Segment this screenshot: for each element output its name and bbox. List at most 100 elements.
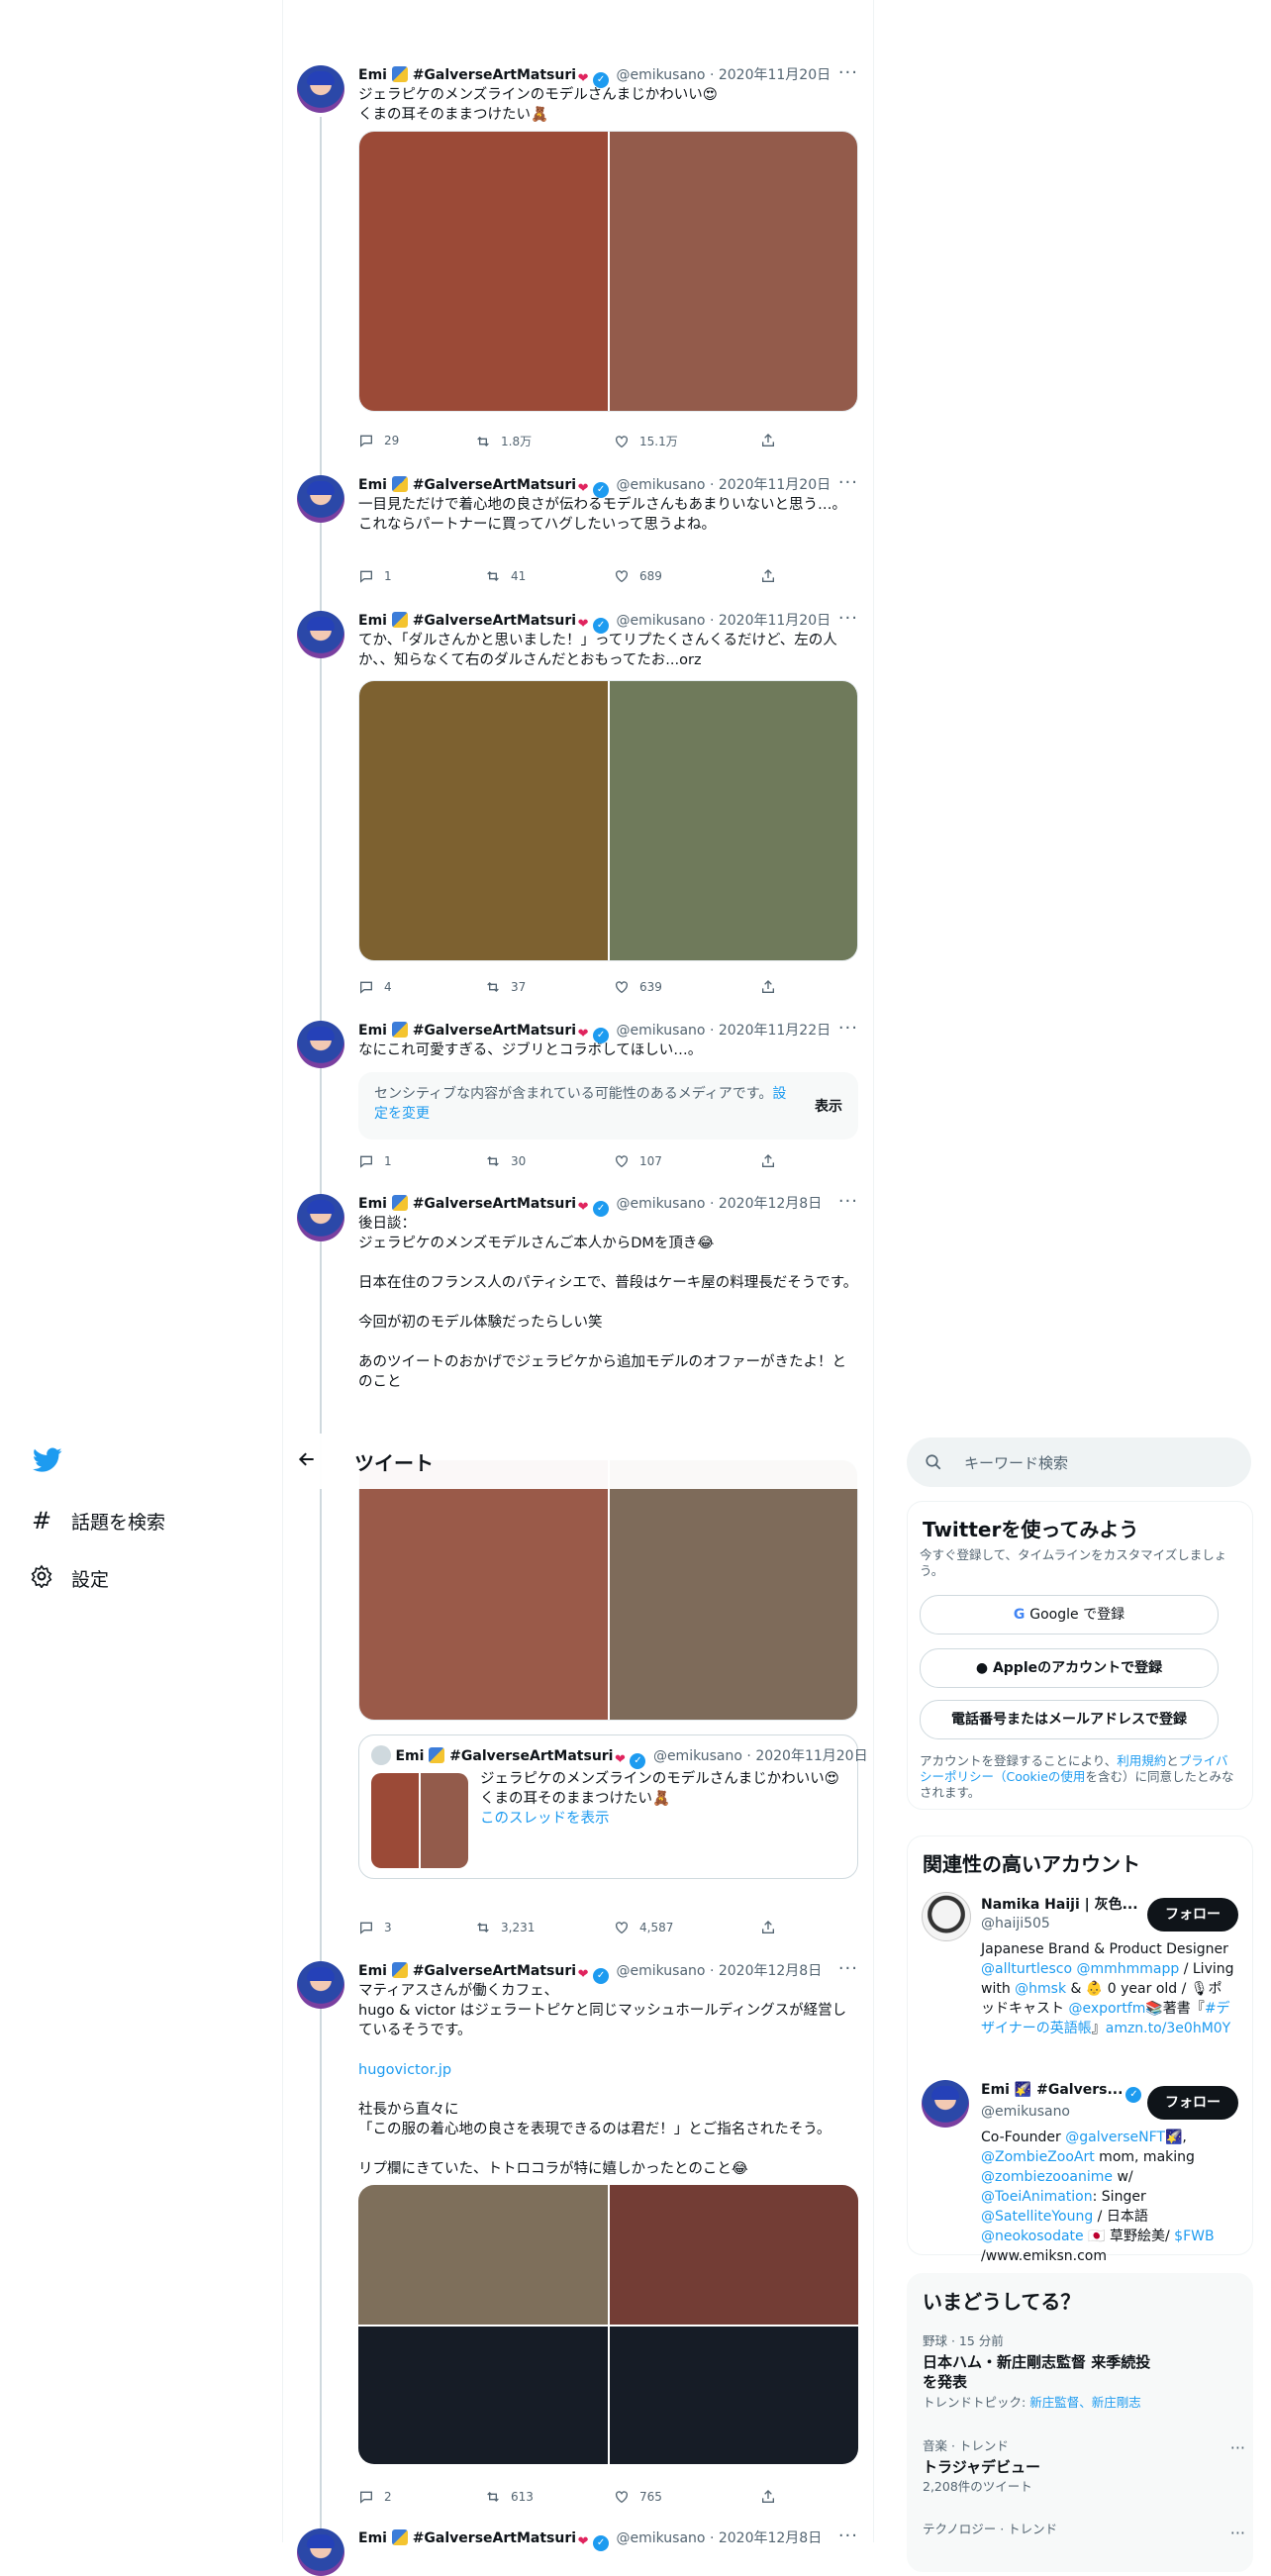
more-options-icon[interactable]: ··· xyxy=(838,1959,858,1979)
avatar[interactable] xyxy=(297,1961,344,2009)
nav-label: 話題を検索 xyxy=(71,1511,166,1534)
media-image[interactable] xyxy=(609,2185,858,2325)
media-image[interactable] xyxy=(609,1460,857,1720)
author-name[interactable]: Emi #GalverseArtMatsuri ❤ xyxy=(358,1962,590,1982)
media-image[interactable] xyxy=(359,132,608,411)
show-thread-link[interactable]: このスレッドを表示 xyxy=(480,1809,846,1829)
author-handle[interactable]: @emikusano · 2020年12月8日 xyxy=(616,1963,822,1979)
more-options-icon[interactable]: ··· xyxy=(838,609,858,629)
more-options-icon[interactable]: ··· xyxy=(838,473,858,493)
follow-button[interactable]: フォロー xyxy=(1147,1898,1238,1932)
share-button[interactable] xyxy=(760,979,776,995)
tweet-media[interactable] xyxy=(358,1459,858,1721)
avatar[interactable] xyxy=(922,2080,969,2128)
quote-header: Emi #GalverseArtMatsuri ❤ ✓ @emikusano · 2… xyxy=(371,1745,868,1769)
tweet-media[interactable] xyxy=(358,680,858,961)
author-handle[interactable]: @emikusano · 2020年11月20日 xyxy=(616,613,831,629)
search-input[interactable]: キーワード検索 xyxy=(964,1452,1068,1473)
trend-item[interactable]: テクノロジー · トレンド ··· xyxy=(923,2522,1245,2542)
share-button[interactable] xyxy=(760,1153,776,1169)
retweet-icon xyxy=(477,436,489,446)
tweet-header: Emi #GalverseArtMatsuri ❤ ✓ @emikusano · 2… xyxy=(358,1959,858,1984)
trend-item[interactable]: 野球 · 15 分前 日本ハム・新庄剛志監督 来季続投を発表 トレンドトピック:… xyxy=(923,2333,1239,2411)
media-image[interactable] xyxy=(358,2185,608,2325)
quote-tweet[interactable]: Emi #GalverseArtMatsuri ❤ ✓ @emikusano · 2… xyxy=(358,1734,868,1879)
retweet-button[interactable]: 41 xyxy=(485,568,526,584)
media-image[interactable] xyxy=(359,681,608,960)
share-button[interactable] xyxy=(760,2489,776,2505)
like-button[interactable]: 107 xyxy=(614,1153,662,1169)
external-link[interactable]: hugovictor.jp xyxy=(358,2060,858,2080)
tweet-media[interactable] xyxy=(358,131,858,412)
follow-button[interactable]: フォロー xyxy=(1147,2086,1238,2120)
author-name[interactable]: Emi #GalverseArtMatsuri ❤ xyxy=(358,1195,590,1215)
like-button[interactable]: 765 xyxy=(614,2489,662,2505)
reply-button[interactable]: 1 xyxy=(358,1153,392,1169)
media-image[interactable] xyxy=(609,132,857,411)
reply-button[interactable]: 3 xyxy=(358,1920,392,1935)
author-handle[interactable]: @emikusano · 2020年11月20日 xyxy=(616,67,831,83)
media-image[interactable] xyxy=(609,681,857,960)
tweet-actions: 2 613 765 xyxy=(358,2489,774,2509)
tweet-actions: 29 1.8万 15.1万 xyxy=(358,433,774,452)
author-handle[interactable]: @emikusano · 2020年11月20日 xyxy=(616,477,831,493)
more-options-icon[interactable]: ··· xyxy=(1230,2438,1245,2457)
like-button[interactable]: 4,587 xyxy=(614,1920,673,1935)
account-name[interactable]: Emi 🌠 #Galvers... ✓ xyxy=(981,2082,1142,2103)
reply-button[interactable]: 2 xyxy=(358,2489,392,2505)
retweet-button[interactable]: 37 xyxy=(485,979,526,995)
share-button[interactable] xyxy=(760,568,776,584)
more-options-icon[interactable]: ··· xyxy=(838,2526,858,2546)
reply-button[interactable]: 4 xyxy=(358,979,392,995)
avatar[interactable] xyxy=(297,2528,344,2576)
google-signup-button[interactable]: G Google で登録 xyxy=(920,1595,1219,1635)
nav-explore[interactable]: # 話題を検索 xyxy=(30,1507,165,1535)
account-handle[interactable]: @haiji505 xyxy=(981,1916,1050,1932)
back-button[interactable] xyxy=(297,1449,317,1474)
author-name[interactable]: Emi #GalverseArtMatsuri ❤ xyxy=(358,476,590,496)
account-handle[interactable]: @emikusano xyxy=(981,2104,1070,2120)
author-handle[interactable]: @emikusano · 2020年12月8日 xyxy=(616,1196,822,1212)
like-button[interactable]: 689 xyxy=(614,568,662,584)
retweet-button[interactable]: 613 xyxy=(485,2489,534,2505)
like-button[interactable]: 639 xyxy=(614,979,662,995)
apple-signup-button[interactable]: ● Appleのアカウントで登録 xyxy=(920,1648,1219,1688)
avatar[interactable] xyxy=(922,1892,971,1941)
share-button[interactable] xyxy=(760,1920,776,1935)
more-options-icon[interactable]: ··· xyxy=(838,1019,858,1039)
author-handle[interactable]: @emikusano · 2020年11月22日 xyxy=(616,1023,831,1039)
author-name[interactable]: Emi #GalverseArtMatsuri ❤ xyxy=(358,612,590,632)
media-image[interactable] xyxy=(609,2327,858,2464)
retweet-button[interactable]: 1.8万 xyxy=(475,433,532,449)
show-media-button[interactable]: 表示 xyxy=(815,1096,842,1116)
account-name[interactable]: Namika Haiji | 灰色... xyxy=(981,1894,1138,1914)
media-image[interactable] xyxy=(359,1460,608,1720)
more-options-icon[interactable]: ··· xyxy=(1230,2524,1245,2542)
more-options-icon[interactable]: ··· xyxy=(838,63,858,83)
reply-button[interactable]: 1 xyxy=(358,568,392,584)
author-name[interactable]: Emi #GalverseArtMatsuri ❤ xyxy=(358,1022,590,1041)
terms-link[interactable]: 利用規約 xyxy=(1117,1753,1166,1768)
media-image[interactable] xyxy=(358,2327,608,2464)
avatar[interactable] xyxy=(297,65,344,113)
nav-settings[interactable]: 設定 xyxy=(30,1564,109,1593)
like-button[interactable]: 15.1万 xyxy=(614,433,678,449)
avatar[interactable] xyxy=(297,1194,344,1241)
avatar[interactable] xyxy=(297,611,344,658)
reply-button[interactable]: 29 xyxy=(358,433,399,448)
avatar[interactable] xyxy=(297,475,344,523)
trends-title: いまどうしてる？ xyxy=(923,2290,1081,2314)
author-handle[interactable]: @emikusano · 2020年12月8日 xyxy=(616,2530,822,2546)
author-name[interactable]: Emi #GalverseArtMatsuri ❤ xyxy=(358,66,590,86)
share-button[interactable] xyxy=(760,433,776,448)
phone-email-signup-button[interactable]: 電話番号またはメールアドレスで登録 xyxy=(920,1700,1219,1739)
tweet-media[interactable] xyxy=(358,2185,858,2464)
trend-item[interactable]: 音楽 · トレンド トラジャデビュー 2,208件のツイート ··· xyxy=(923,2438,1245,2495)
search-box[interactable]: キーワード検索 xyxy=(907,1437,1251,1487)
retweet-button[interactable]: 30 xyxy=(485,1153,526,1169)
avatar[interactable] xyxy=(297,1021,344,1068)
twitter-logo-icon[interactable] xyxy=(33,1447,62,1477)
retweet-button[interactable]: 3,231 xyxy=(475,1920,535,1935)
author-name[interactable]: Emi #GalverseArtMatsuri ❤ xyxy=(358,2529,590,2549)
more-options-icon[interactable]: ··· xyxy=(838,1192,858,1212)
